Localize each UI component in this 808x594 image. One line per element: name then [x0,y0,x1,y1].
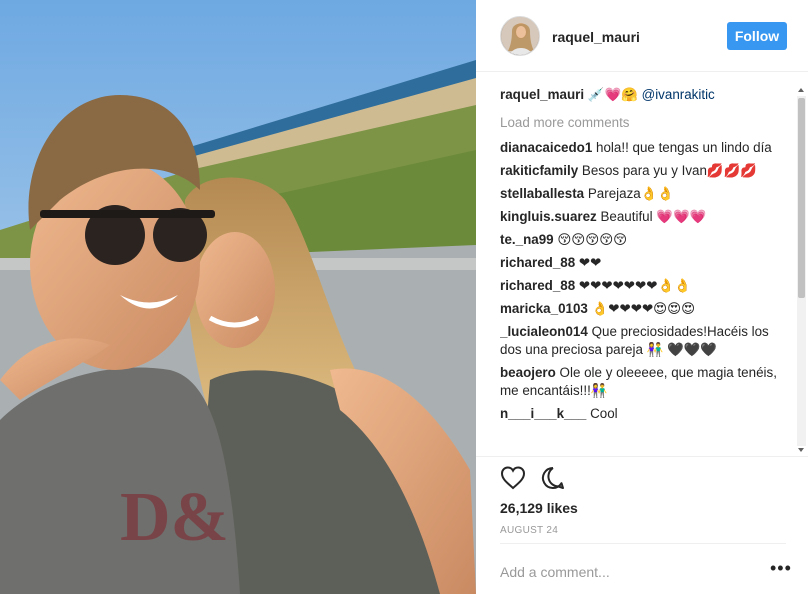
likes-count[interactable]: 26,129 likes [500,500,578,516]
comment-username[interactable]: richared_88 [500,255,575,270]
caption-text: 💉💗🤗 [587,87,638,102]
comment-username[interactable]: beaojero [500,365,556,380]
comment-text: Parejaza👌👌 [587,186,675,201]
load-more-comments-link[interactable]: Load more comments [500,115,792,130]
heart-icon-svg [500,466,526,490]
comment-username[interactable]: richared_88 [500,278,575,293]
comment-text: ❤❤ [578,255,602,270]
comment-username[interactable]: te._na99 [500,232,554,247]
svg-text:D&: D& [120,479,229,556]
comment-username[interactable]: kingluis.suarez [500,209,597,224]
comment-item: beaojero Ole ole y oleeeee, que magia te… [500,364,792,400]
comment-item: dianacaicedo1 hola!! que tengas un lindo… [500,139,792,157]
scroll-down-arrow-icon[interactable] [798,448,804,452]
comment-item: n___i___k___ Cool [500,405,792,423]
add-comment-input[interactable] [500,561,750,583]
comment-username[interactable]: rakiticfamily [500,163,578,178]
comments-list: raquel_mauri 💉💗🤗 @ivanrakitic Load more … [500,86,792,456]
comment-text: Beautiful 💗💗💗 [600,209,707,224]
speech-bubble-icon[interactable] [540,465,566,491]
comment-text: 👌❤❤❤❤😍😍😍 [591,301,696,316]
comment-text: 😚😚😚😚😚 [557,232,628,247]
follow-button[interactable]: Follow [727,22,787,50]
comment-text: ❤❤❤❤❤❤❤👌👌 [578,278,691,293]
post-header: raquel_mauri Follow [476,0,808,72]
caption-mention[interactable]: @ivanrakitic [642,87,715,102]
scroll-up-arrow-icon[interactable] [798,88,804,92]
post-date: AUGUST 24 [500,525,559,536]
comment-username[interactable]: maricka_0103 [500,301,588,316]
comment-username[interactable]: n___i___k___ [500,406,586,421]
header-username[interactable]: raquel_mauri [552,29,640,45]
comment-username[interactable]: stellaballesta [500,186,584,201]
comments-scrollbar[interactable] [795,86,808,456]
caption: raquel_mauri 💉💗🤗 @ivanrakitic [500,86,792,104]
post-actions [476,456,808,496]
comment-item: richared_88 ❤❤ [500,254,792,272]
comment-item: _lucialeon014 Que preciosidades!Hacéis l… [500,323,792,359]
add-comment-bar: ••• [500,543,791,594]
comment-username[interactable]: _lucialeon014 [500,324,588,339]
comment-item: te._na99 😚😚😚😚😚 [500,231,792,249]
comment-item: richared_88 ❤❤❤❤❤❤❤👌👌 [500,277,792,295]
comment-text: hola!! que tengas un lindo día [596,140,772,155]
scrollbar-thumb[interactable] [798,98,805,298]
ellipsis-icon[interactable]: ••• [770,559,791,577]
comment-icon-svg [541,466,564,489]
photo-illustration: D& [0,0,476,594]
comment-text: Besos para yu y Ivan💋💋💋 [581,163,757,178]
caption-username[interactable]: raquel_mauri [500,87,584,102]
comment-item: kingluis.suarez Beautiful 💗💗💗 [500,208,792,226]
comment-item: stellaballesta Parejaza👌👌 [500,185,792,203]
comment-username[interactable]: dianacaicedo1 [500,140,592,155]
heart-icon[interactable] [500,465,526,491]
comment-text: Cool [590,406,618,421]
post-detail-panel: raquel_mauri Follow raquel_mauri 💉💗🤗 @iv… [476,0,808,594]
comment-item: rakiticfamily Besos para yu y Ivan💋💋💋 [500,162,792,180]
avatar-image [501,17,539,55]
post-photo: D& [0,0,476,594]
comment-item: maricka_0103 👌❤❤❤❤😍😍😍 [500,300,792,318]
user-avatar[interactable] [500,16,540,56]
